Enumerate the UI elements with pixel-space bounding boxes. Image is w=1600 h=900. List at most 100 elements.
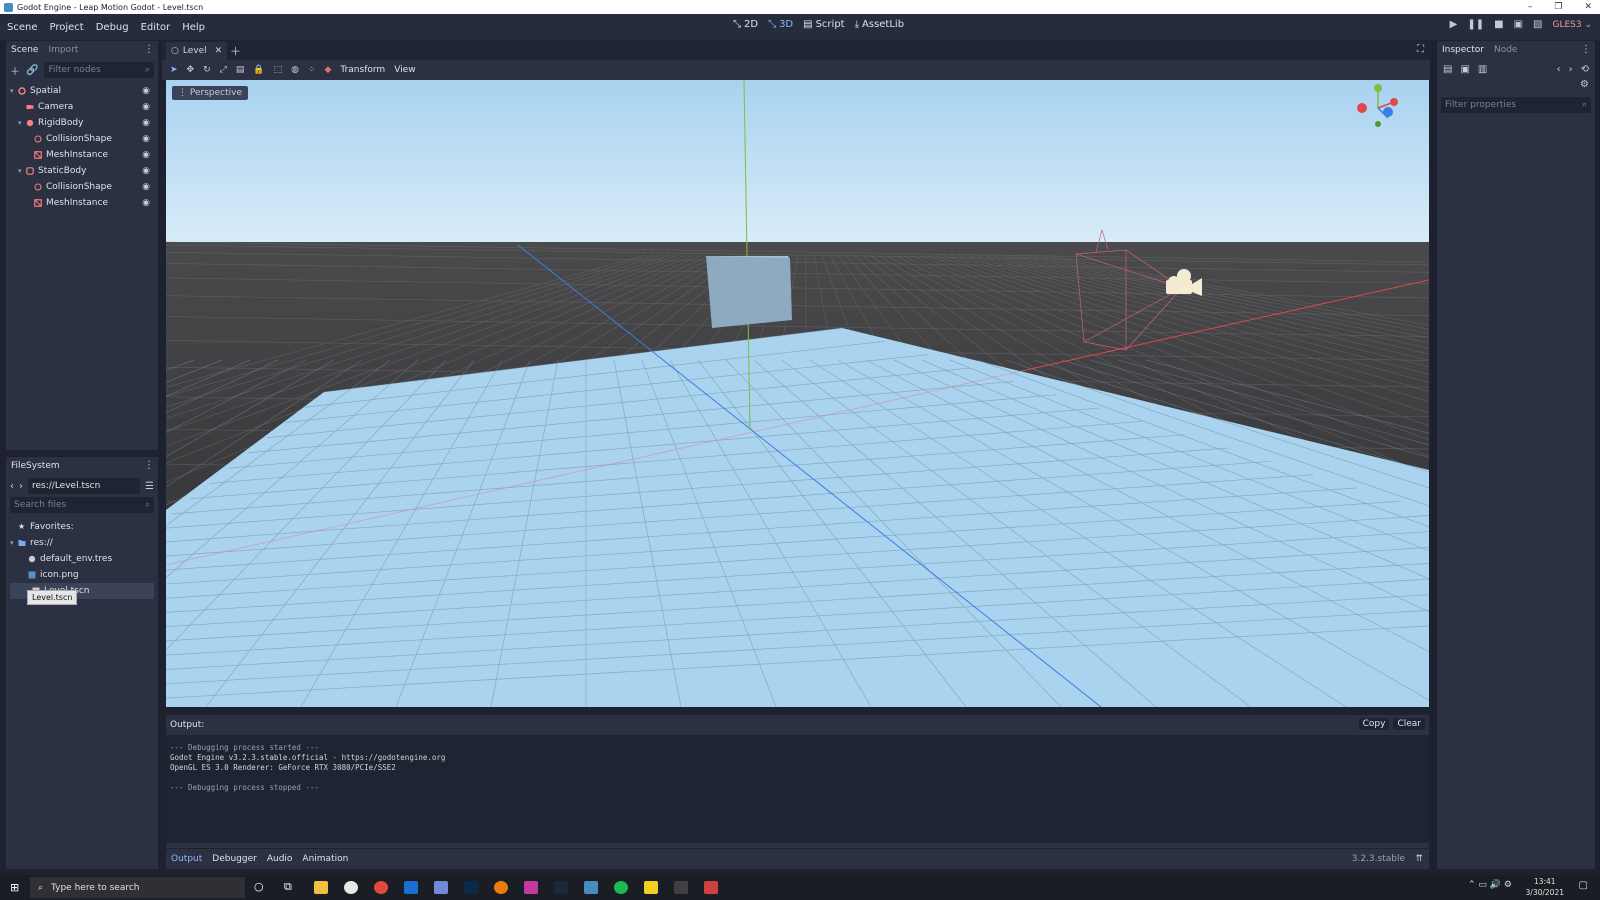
visibility-eye-icon[interactable]: ◉	[142, 102, 150, 112]
visibility-eye-icon[interactable]: ◉	[142, 86, 150, 96]
view-menu[interactable]: View	[394, 65, 415, 75]
add-tab-icon[interactable]: ＋	[230, 43, 241, 59]
tool-icon[interactable]: ⚙	[1580, 79, 1589, 90]
menu-scene[interactable]: Scene	[7, 22, 38, 33]
cortana-icon[interactable]: ○	[254, 880, 264, 893]
windows-start-icon[interactable]: ⊞	[10, 881, 19, 894]
minimize-button[interactable]: –	[1528, 2, 1533, 12]
chevron-down-icon[interactable]: ▾	[10, 87, 18, 95]
load-resource-icon[interactable]: ▣	[1460, 64, 1469, 75]
back-icon[interactable]: ‹	[10, 481, 14, 492]
tree-item-rigidbody[interactable]: ▾ RigidBody ◉	[6, 115, 158, 131]
tree-item-spatial[interactable]: ▾ Spatial ◉	[6, 83, 158, 99]
photoshop-icon[interactable]	[464, 881, 478, 894]
lock-icon[interactable]: 🔒	[253, 65, 264, 75]
play-icon[interactable]: ▶	[1450, 19, 1458, 30]
dock-menu-icon[interactable]: ⋮	[1581, 44, 1591, 55]
menu-help[interactable]: Help	[182, 22, 205, 33]
menu-debug[interactable]: Debug	[96, 22, 129, 33]
file-explorer-icon[interactable]	[314, 881, 328, 894]
link-icon[interactable]: 🔗	[26, 65, 38, 76]
tab-node[interactable]: Node	[1489, 41, 1523, 59]
system-tray-icons[interactable]: ⌃ ▭ 🔊 ⚙	[1468, 880, 1512, 890]
sticky-notes-icon[interactable]	[644, 881, 658, 894]
play-scene-icon[interactable]: ▣	[1514, 19, 1523, 30]
workspace-2d[interactable]: ⤡ 2D	[733, 19, 758, 30]
tree-item-collisionshape[interactable]: CollisionShape ◉	[6, 131, 158, 147]
history-back-icon[interactable]: ‹	[1557, 64, 1561, 75]
copy-button[interactable]: Copy	[1358, 718, 1390, 730]
visibility-eye-icon[interactable]: ◉	[142, 198, 150, 208]
taskbar-clock[interactable]: 13:41 3/30/2021	[1526, 876, 1564, 898]
menu-editor[interactable]: Editor	[141, 22, 171, 33]
chevron-down-icon[interactable]: ▾	[18, 119, 26, 127]
dock-menu-icon[interactable]: ⋮	[144, 460, 154, 471]
blender-icon[interactable]	[494, 881, 508, 894]
workspace-assetlib[interactable]: ⤓ AssetLib	[855, 19, 904, 30]
close-button[interactable]: ✕	[1584, 2, 1592, 12]
renderer-select[interactable]: GLES3 ⌄	[1552, 20, 1592, 30]
tab-filesystem[interactable]: FileSystem	[6, 457, 65, 475]
pause-icon[interactable]: ❚❚	[1467, 19, 1484, 30]
split-view-icon[interactable]: ☰	[145, 481, 154, 492]
select-tool-icon[interactable]: ➤	[170, 65, 178, 75]
alien-app-icon[interactable]	[344, 881, 358, 894]
group-icon[interactable]: ⬚	[274, 65, 283, 75]
object-history-icon[interactable]: ⟲	[1581, 64, 1589, 75]
move-tool-icon[interactable]: ✥	[187, 65, 195, 75]
discord-icon[interactable]	[434, 881, 448, 894]
tab-output[interactable]: Output	[171, 854, 202, 864]
rotate-tool-icon[interactable]: ↻	[203, 65, 211, 75]
app-icon[interactable]	[524, 881, 538, 894]
tab-debugger[interactable]: Debugger	[212, 854, 257, 864]
forward-icon[interactable]: ›	[19, 481, 23, 492]
list-select-icon[interactable]: ▤	[236, 65, 245, 75]
leap-app-icon[interactable]	[704, 881, 718, 894]
3d-viewport[interactable]	[166, 80, 1429, 707]
visibility-eye-icon[interactable]: ◉	[142, 166, 150, 176]
chevron-down-icon[interactable]: ▾	[10, 539, 18, 547]
tree-item-meshinstance[interactable]: MeshInstance ◉	[6, 147, 158, 163]
snap-icon[interactable]: ⁘	[308, 65, 316, 75]
tab-animation[interactable]: Animation	[302, 854, 348, 864]
spotify-icon[interactable]	[614, 881, 628, 894]
local-space-icon[interactable]: ◍	[291, 65, 299, 75]
play-custom-scene-icon[interactable]: ▧	[1533, 19, 1542, 30]
clear-button[interactable]: Clear	[1393, 718, 1425, 730]
outlook-icon[interactable]	[404, 881, 418, 894]
file-item[interactable]: icon.png	[6, 567, 158, 583]
perspective-menu[interactable]: ⋮ Perspective	[172, 86, 248, 100]
maximize-button[interactable]: ❐	[1554, 2, 1562, 12]
tab-level[interactable]: ○ Level ✕	[166, 42, 228, 60]
file-item[interactable]: ▾ res://	[6, 535, 158, 551]
new-resource-icon[interactable]: ▤	[1443, 64, 1452, 75]
tree-item-meshinstance[interactable]: MeshInstance ◉	[6, 195, 158, 211]
taskbar-search[interactable]: ⌕ Type here to search	[30, 877, 245, 898]
workspace-3d[interactable]: ⤡ 3D	[768, 19, 793, 30]
tree-item-camera[interactable]: Camera ◉	[6, 99, 158, 115]
tab-import[interactable]: Import	[43, 41, 83, 59]
steam-icon[interactable]	[554, 881, 568, 894]
add-node-icon[interactable]: ＋	[10, 63, 20, 78]
godot-icon[interactable]	[584, 881, 598, 894]
visibility-eye-icon[interactable]: ◉	[142, 134, 150, 144]
visibility-eye-icon[interactable]: ◉	[142, 150, 150, 160]
stop-icon[interactable]: ■	[1494, 19, 1503, 30]
filter-nodes-input[interactable]: Filter nodes ⌕	[44, 62, 154, 78]
close-tab-icon[interactable]: ✕	[215, 46, 223, 56]
distraction-free-icon[interactable]: ⛶	[1417, 44, 1424, 55]
file-item[interactable]: default_env.tres	[6, 551, 158, 567]
chrome-icon[interactable]	[374, 881, 388, 894]
visibility-eye-icon[interactable]: ◉	[142, 118, 150, 128]
tab-inspector[interactable]: Inspector	[1437, 41, 1489, 59]
scale-tool-icon[interactable]: ⤢	[220, 65, 227, 75]
tree-item-staticbody[interactable]: ▾ StaticBody ◉	[6, 163, 158, 179]
visibility-eye-icon[interactable]: ◉	[142, 182, 150, 192]
filter-properties-input[interactable]: Filter properties ⌕	[1441, 97, 1591, 113]
expand-panel-icon[interactable]: ⇈	[1415, 854, 1423, 864]
output-log[interactable]: --- Debugging process started --- Godot …	[166, 735, 1429, 843]
search-files-input[interactable]: Search files ⌕	[10, 497, 154, 513]
file-item[interactable]: ★ Favorites:	[6, 519, 158, 535]
tab-audio[interactable]: Audio	[267, 854, 293, 864]
dock-menu-icon[interactable]: ⋮	[144, 44, 154, 55]
